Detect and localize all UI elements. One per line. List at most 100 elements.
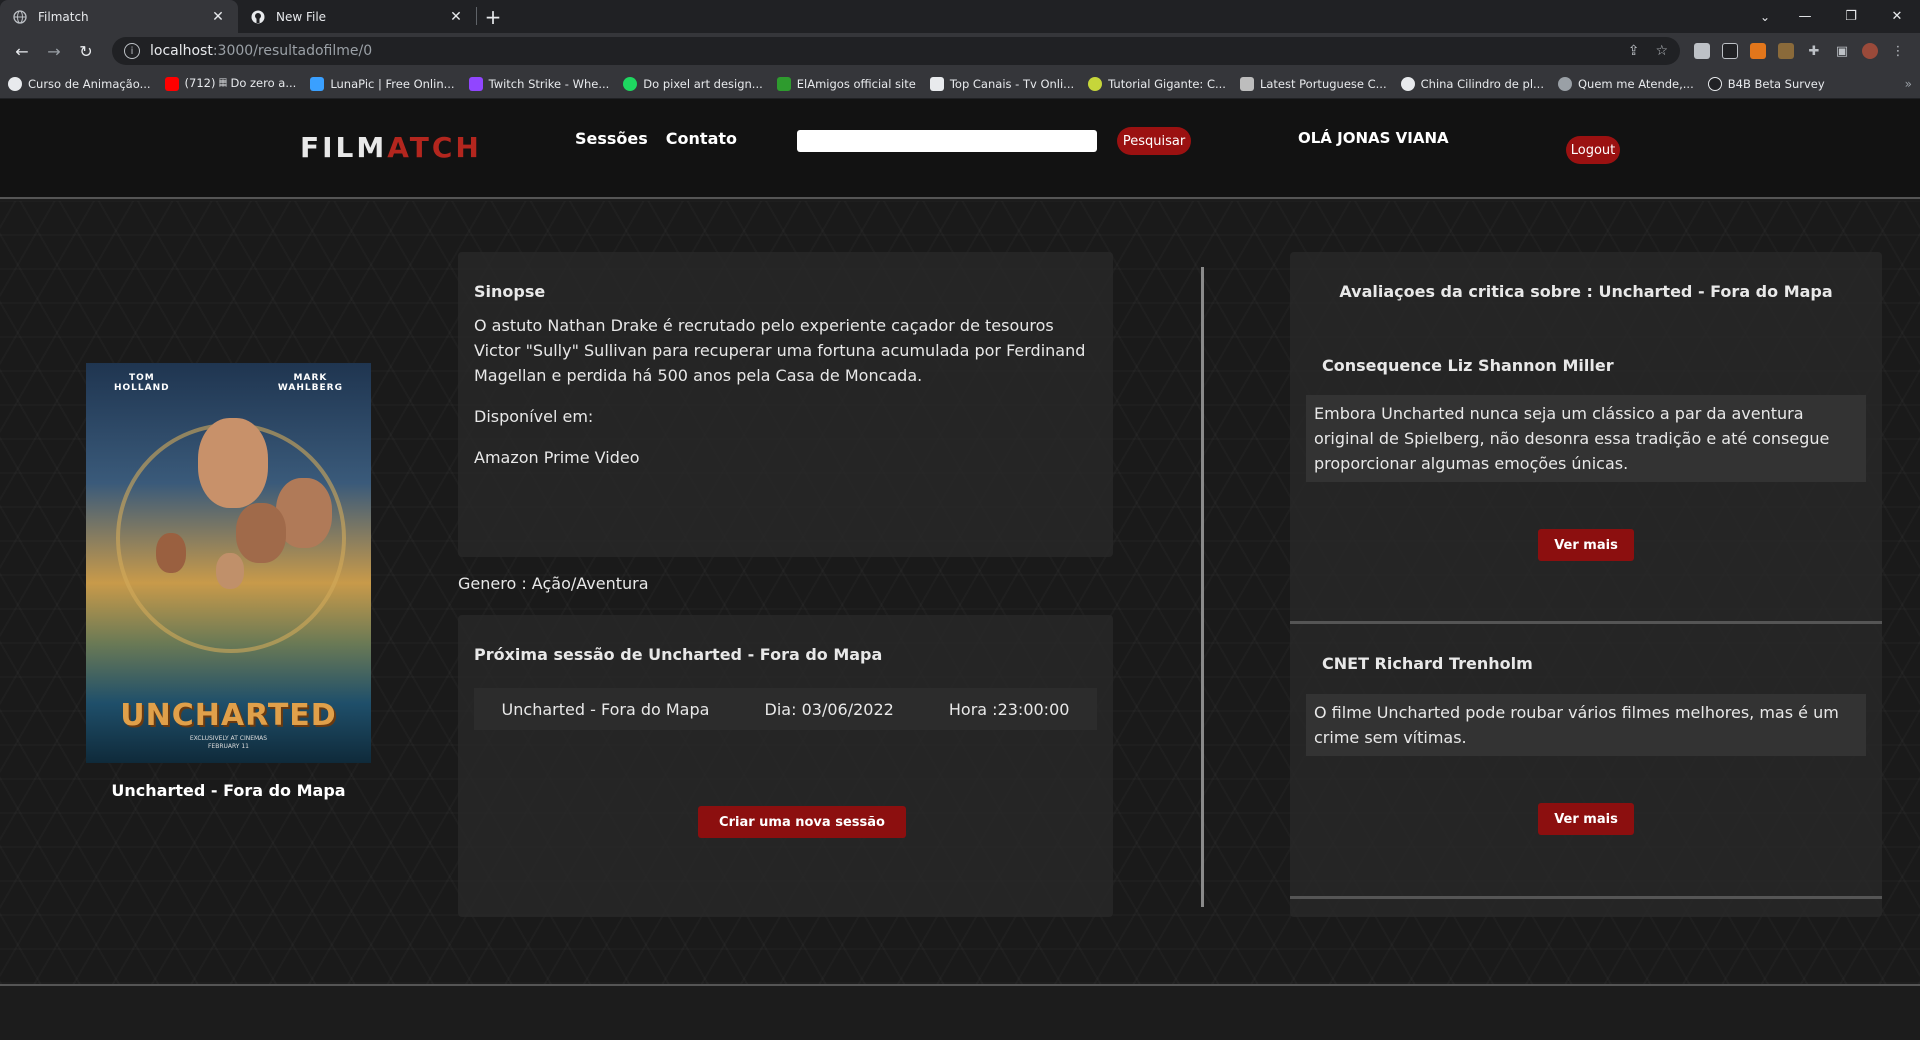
- close-icon[interactable]: ✕: [210, 9, 226, 25]
- session-time: Hora :23:00:00: [948, 699, 1070, 719]
- poster-face: [216, 553, 244, 589]
- url-path: :3000/resultadofilme/0: [212, 43, 373, 59]
- site-header: FILMATCH Sessões Contato Pesquisar OLÁ J…: [0, 99, 1920, 199]
- adblock-icon[interactable]: [1716, 37, 1744, 65]
- tab-title: Filmatch: [38, 9, 89, 24]
- reload-icon[interactable]: ↻: [72, 37, 100, 65]
- bookmark-item[interactable]: LunaPic | Free Onlin...: [310, 76, 455, 91]
- nav-sessoes[interactable]: Sessões: [575, 129, 648, 148]
- puzzle-icon[interactable]: ✚: [1800, 37, 1828, 65]
- logout-button[interactable]: Logout: [1566, 136, 1620, 164]
- bookmark-item[interactable]: Top Canais - Tv Onli...: [929, 76, 1074, 91]
- poster-face: [236, 503, 286, 563]
- bookmark-item[interactable]: Curso de Animação...: [8, 76, 151, 91]
- movie-title: Uncharted - Fora do Mapa: [111, 781, 346, 800]
- back-icon[interactable]: ←: [8, 37, 36, 65]
- close-window-icon[interactable]: ✕: [1874, 0, 1920, 33]
- avatar[interactable]: [1856, 37, 1884, 65]
- reviews-card: Avaliaçoes da critica sobre : Uncharted …: [1290, 252, 1882, 917]
- session-movie: Uncharted - Fora do Mapa: [501, 699, 710, 719]
- see-more-button[interactable]: Ver mais: [1538, 529, 1634, 561]
- session-title: Próxima sessão de Uncharted - Fora do Ma…: [474, 645, 883, 664]
- available-value: Amazon Prime Video: [474, 448, 640, 467]
- bookmark-item[interactable]: Quem me Atende,...: [1558, 76, 1694, 91]
- new-tab-button[interactable]: +: [477, 0, 509, 33]
- browser-toolbar: ← → ↻ i localhost:3000/resultadofilme/0 …: [0, 33, 1920, 69]
- bookmark-icon: [929, 76, 944, 91]
- synopsis-text: O astuto Nathan Drake é recrutado pelo e…: [474, 316, 1086, 385]
- create-session-button[interactable]: Criar uma nova sessão: [698, 806, 906, 838]
- window-controls: — ❐ ✕: [1782, 0, 1920, 33]
- see-more-button[interactable]: Ver mais: [1538, 803, 1634, 835]
- forward-icon[interactable]: →: [40, 37, 68, 65]
- info-icon[interactable]: i: [124, 43, 140, 59]
- minimize-icon[interactable]: —: [1782, 0, 1828, 33]
- review-quote: O filme Uncharted pode roubar vários fil…: [1306, 694, 1866, 756]
- bookmarks-bar: Curso de Animação... (712) 𝄜 Do zero a..…: [0, 69, 1920, 99]
- main-content: TOM HOLLAND MARK WAHLBERG UNCHARTED EXCL…: [0, 201, 1920, 986]
- review-item: CNET Richard Trenholm O filme Uncharted …: [1290, 624, 1882, 899]
- youtube-icon: [164, 76, 179, 91]
- more-bookmarks-icon[interactable]: »: [1905, 77, 1912, 91]
- critic-name: CNET Richard Trenholm: [1322, 654, 1533, 673]
- sidepanel-icon[interactable]: ▣: [1828, 37, 1856, 65]
- poster-face: [156, 533, 186, 573]
- synopsis-title: Sinopse: [474, 282, 546, 301]
- globe-icon: [12, 9, 28, 25]
- bookmark-icon: [8, 76, 22, 91]
- user-greeting: OLÁ JONAS VIANA: [1298, 129, 1449, 147]
- site-logo[interactable]: FILMATCH: [300, 131, 482, 164]
- share-icon[interactable]: ⇪: [1628, 43, 1640, 59]
- address-bar[interactable]: i localhost:3000/resultadofilme/0 ⇪ ☆: [112, 37, 1680, 65]
- tab-new-file[interactable]: New File ✕: [238, 0, 476, 33]
- github-icon: [250, 9, 266, 25]
- bookmark-item[interactable]: ElAmigos official site: [776, 76, 916, 91]
- bookmark-item[interactable]: China Cilindro de pl...: [1400, 76, 1544, 91]
- close-icon[interactable]: ✕: [448, 9, 464, 25]
- bookmark-icon: [310, 76, 325, 91]
- nav-contato[interactable]: Contato: [666, 129, 737, 148]
- extension-icon[interactable]: [1688, 37, 1716, 65]
- bookmark-item[interactable]: B4B Beta Survey: [1707, 76, 1825, 91]
- globe-icon: [1400, 76, 1415, 91]
- bookmark-icon: [1239, 76, 1254, 91]
- tab-title: New File: [276, 9, 327, 24]
- bookmark-icon: [1707, 76, 1722, 91]
- search-input[interactable]: [797, 130, 1097, 152]
- session-row[interactable]: Uncharted - Fora do Mapa Dia: 03/06/2022…: [474, 688, 1097, 730]
- menu-icon[interactable]: ⋮: [1884, 37, 1912, 65]
- browser-tab-bar: Filmatch ✕ New File ✕ + ⌄ — ❐ ✕: [0, 0, 1920, 33]
- poster-title: UNCHARTED: [120, 698, 337, 733]
- session-day: Dia: 03/06/2022: [764, 699, 894, 719]
- tab-filmatch[interactable]: Filmatch ✕: [0, 0, 238, 33]
- bookmark-item[interactable]: (712) 𝄜 Do zero a...: [164, 76, 296, 91]
- critic-name: Consequence Liz Shannon Miller: [1322, 356, 1614, 375]
- main-nav: Sessões Contato: [575, 129, 737, 148]
- search-button[interactable]: Pesquisar: [1117, 127, 1191, 155]
- restore-icon[interactable]: ❐: [1828, 0, 1874, 33]
- poster-names: TOM HOLLAND MARK WAHLBERG: [114, 373, 343, 393]
- extension-icon[interactable]: [1772, 37, 1800, 65]
- star-icon[interactable]: ☆: [1655, 43, 1668, 59]
- metamask-icon[interactable]: [1744, 37, 1772, 65]
- synopsis-card: Sinopse O astuto Nathan Drake é recrutad…: [458, 252, 1113, 557]
- poster-footnote: EXCLUSIVELY AT CINEMAS FEBRUARY 11: [189, 735, 268, 750]
- bookmark-icon: [623, 76, 638, 91]
- url-host: localhost: [150, 43, 213, 59]
- review-item: Consequence Liz Shannon Miller Embora Un…: [1290, 252, 1882, 624]
- vertical-divider: [1201, 267, 1204, 907]
- bookmark-item[interactable]: Do pixel art design...: [623, 76, 763, 91]
- bookmark-icon: [776, 76, 791, 91]
- available-label: Disponível em:: [474, 407, 594, 426]
- bookmark-item[interactable]: Twitch Strike - Whe...: [468, 76, 609, 91]
- review-quote: Embora Uncharted nunca seja um clássico …: [1306, 395, 1866, 482]
- bookmark-item[interactable]: Latest Portuguese C...: [1239, 76, 1387, 91]
- poster-face: [198, 418, 268, 508]
- tab-search-icon[interactable]: ⌄: [1760, 0, 1770, 33]
- movie-poster: TOM HOLLAND MARK WAHLBERG UNCHARTED EXCL…: [86, 363, 371, 763]
- genre-label: Genero : Ação/Aventura: [458, 574, 649, 593]
- bookmark-item[interactable]: Tutorial Gigante: C...: [1088, 76, 1226, 91]
- twitch-icon: [468, 76, 483, 91]
- search-icon: [1558, 76, 1572, 91]
- next-session-card: Próxima sessão de Uncharted - Fora do Ma…: [458, 615, 1113, 917]
